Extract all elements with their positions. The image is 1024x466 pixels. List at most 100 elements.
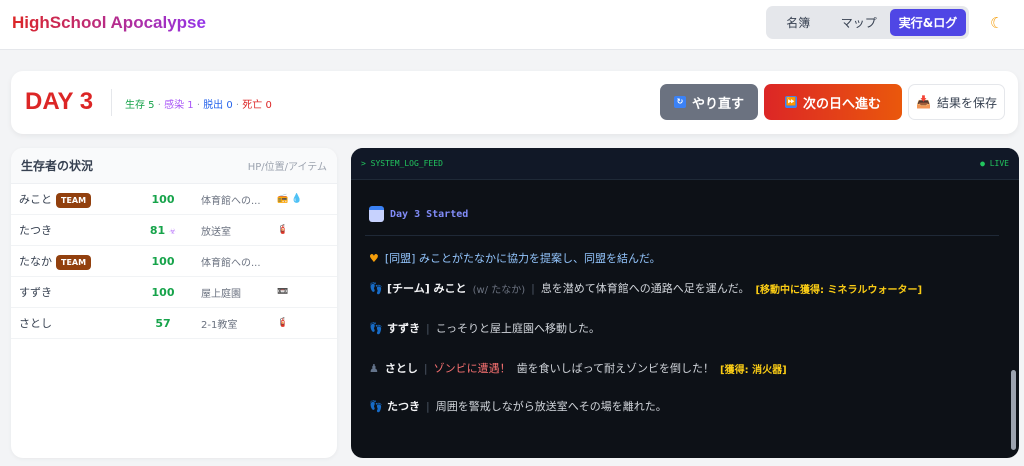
survivor-row[interactable]: たつき 81 ☣ 放送室 🧯: [11, 215, 337, 246]
redo-label: やり直す: [691, 96, 744, 112]
log-actor: すずき: [387, 322, 420, 335]
survivors-subtitle: HP/位置/アイテム: [247, 162, 327, 173]
survivor-name: たなか TEAM: [19, 253, 92, 270]
moon-icon[interactable]: ☾: [990, 14, 1003, 32]
fast-forward-icon: ⏩: [784, 96, 797, 108]
download-icon: 📥: [916, 95, 931, 109]
day-label: DAY 3: [25, 88, 94, 115]
save-label: 結果を保存: [936, 95, 997, 110]
system-log-feed: > SYSTEM_LOG_FEED ● LIVE Day 3 Started ♥…: [351, 148, 1019, 458]
hp-value: 100: [151, 285, 175, 299]
log-header: > SYSTEM_LOG_FEED ● LIVE: [351, 148, 1019, 180]
name-text: みこと: [19, 192, 52, 206]
survivor-name: すずき: [19, 284, 52, 300]
tab-run-log[interactable]: 実行&ログ: [889, 9, 966, 36]
log-entry: 👣 たつき | 周囲を警戒しながら放送室へその場を離れた。: [369, 398, 667, 414]
log-actor: [チーム] みこと: [387, 282, 467, 295]
survivor-name: みこと TEAM: [19, 191, 92, 208]
survivor-items: 📻 💧: [277, 194, 303, 204]
separator: |: [531, 281, 535, 295]
next-day-button[interactable]: ⏩ 次の日へ進む: [764, 84, 902, 120]
survivor-icon: ♟: [369, 361, 379, 375]
log-actor: たつき: [387, 400, 420, 413]
name-text: たつき: [19, 224, 52, 237]
footprints-icon: 👣: [369, 400, 383, 413]
survivors-title: 生存者の状況: [21, 159, 94, 173]
hp-value: 100: [151, 192, 175, 206]
survivor-location: 体育館への...: [201, 195, 261, 207]
scrollbar[interactable]: [1011, 370, 1016, 450]
hp-value: 100: [151, 254, 175, 268]
survivor-name: さとし: [19, 315, 52, 331]
day-card: DAY 3 生存 5 · 感染 1 · 脱出 0 · 死亡 0 ↻ やり直す ⏩ 次…: [11, 71, 1018, 134]
hp-value: 81: [149, 223, 166, 237]
survivor-name: たつき: [19, 222, 52, 238]
heart-icon: ♥: [369, 251, 379, 265]
survivors-panel: 生存者の状況 HP/位置/アイテム みこと TEAM 100 体育館への... 📻…: [11, 148, 337, 458]
separator: |: [423, 361, 428, 375]
survivor-location: 2-1教室: [201, 319, 238, 331]
stat-dead: 死亡 0: [242, 100, 272, 111]
survivor-hp: 100: [141, 255, 185, 268]
footprints-icon: 👣: [369, 282, 383, 295]
tab-map[interactable]: マップ: [829, 9, 887, 36]
hp-value: 57: [155, 316, 171, 330]
survivor-items: 🧯: [277, 225, 289, 235]
biohazard-icon: ☣: [168, 226, 177, 236]
log-actor: さとし: [384, 362, 418, 375]
calendar-icon: [369, 206, 384, 222]
survivor-row[interactable]: みこと TEAM 100 体育館への... 📻 💧: [11, 184, 337, 215]
log-entry: ♟ さとし | ゾンビに遭遇！ 歯を食いしばって耐えゾンビを倒した！ [獲得: 消…: [369, 360, 787, 376]
survivor-location: 体育館への...: [201, 257, 261, 269]
log-title: > SYSTEM_LOG_FEED: [361, 159, 443, 168]
stat-infected: 感染 1: [164, 100, 194, 111]
alliance-entry: ♥ [同盟] みことがたなかに協力を提案し、同盟を結んだ。: [369, 250, 661, 266]
day-stats: 生存 5 · 感染 1 · 脱出 0 · 死亡 0: [125, 100, 272, 111]
name-text: たなか: [19, 254, 52, 268]
survivor-row[interactable]: たなか TEAM 100 体育館への...: [11, 246, 337, 277]
log-gain: [移動中に獲得: ミネラルウォーター]: [755, 284, 923, 296]
alliance-text: [同盟] みことがたなかに協力を提案し、同盟を結んだ。: [384, 252, 661, 265]
tab-roster[interactable]: 名簿: [769, 9, 827, 36]
log-entry: 👣 [チーム] みこと (w/ たなか) | 息を潜めて体育館への通路へ足を運んだ…: [369, 280, 922, 296]
survivor-row[interactable]: さとし 57 2-1教室 🧯: [11, 308, 337, 339]
next-day-label: 次の日へ進む: [802, 96, 881, 112]
separator: |: [426, 399, 430, 413]
nav-tabs: 名簿 マップ 実行&ログ: [766, 6, 969, 39]
survivor-row[interactable]: すずき 100 屋上庭園 📼: [11, 277, 337, 308]
app-title: HighSchool Apocalypse: [12, 13, 206, 32]
survivor-items: 📼: [277, 287, 289, 297]
survivor-location: 放送室: [201, 226, 231, 238]
stat-alive: 生存 5: [125, 100, 155, 111]
survivor-location: 屋上庭園: [201, 288, 241, 300]
day-started-text: Day 3 Started: [390, 208, 469, 220]
footprints-icon: 👣: [369, 322, 383, 335]
name-text: さとし: [19, 317, 52, 330]
log-text: 歯を食いしばって耐えゾンビを倒した！: [516, 362, 715, 375]
survivor-hp: 57: [141, 317, 185, 330]
day-started-entry: Day 3 Started: [369, 206, 468, 222]
live-indicator: ● LIVE: [980, 159, 1009, 168]
team-badge: TEAM: [56, 192, 92, 208]
separator: |: [426, 321, 430, 335]
log-text: 息を潜めて体育館への通路へ足を運んだ。: [540, 282, 750, 295]
survivor-hp: 81 ☣: [141, 224, 185, 237]
team-badge: TEAM: [56, 254, 92, 270]
survivor-items: 🧯: [277, 318, 289, 328]
log-divider: [365, 235, 999, 236]
survivor-hp: 100: [141, 193, 185, 206]
refresh-icon: ↻: [673, 96, 686, 108]
stat-escaped: 脱出 0: [203, 100, 233, 111]
log-entry: 👣 すずき | こっそりと屋上庭園へ移動した。: [369, 320, 600, 336]
name-text: すずき: [19, 286, 52, 299]
survivors-header: 生存者の状況 HP/位置/アイテム: [11, 148, 337, 184]
log-companion: (w/ たなか): [472, 284, 526, 296]
log-text: こっそりと屋上庭園へ移動した。: [435, 322, 600, 335]
log-gain: [獲得: 消火器]: [720, 364, 787, 376]
save-results-button[interactable]: 📥 結果を保存: [908, 84, 1005, 120]
log-text: 周囲を警戒しながら放送室へその場を離れた。: [435, 400, 667, 413]
redo-button[interactable]: ↻ やり直す: [660, 84, 758, 120]
top-bar: HighSchool Apocalypse 名簿 マップ 実行&ログ ☾: [0, 0, 1024, 50]
log-event: ゾンビに遭遇！: [433, 362, 511, 375]
survivor-hp: 100: [141, 286, 185, 299]
